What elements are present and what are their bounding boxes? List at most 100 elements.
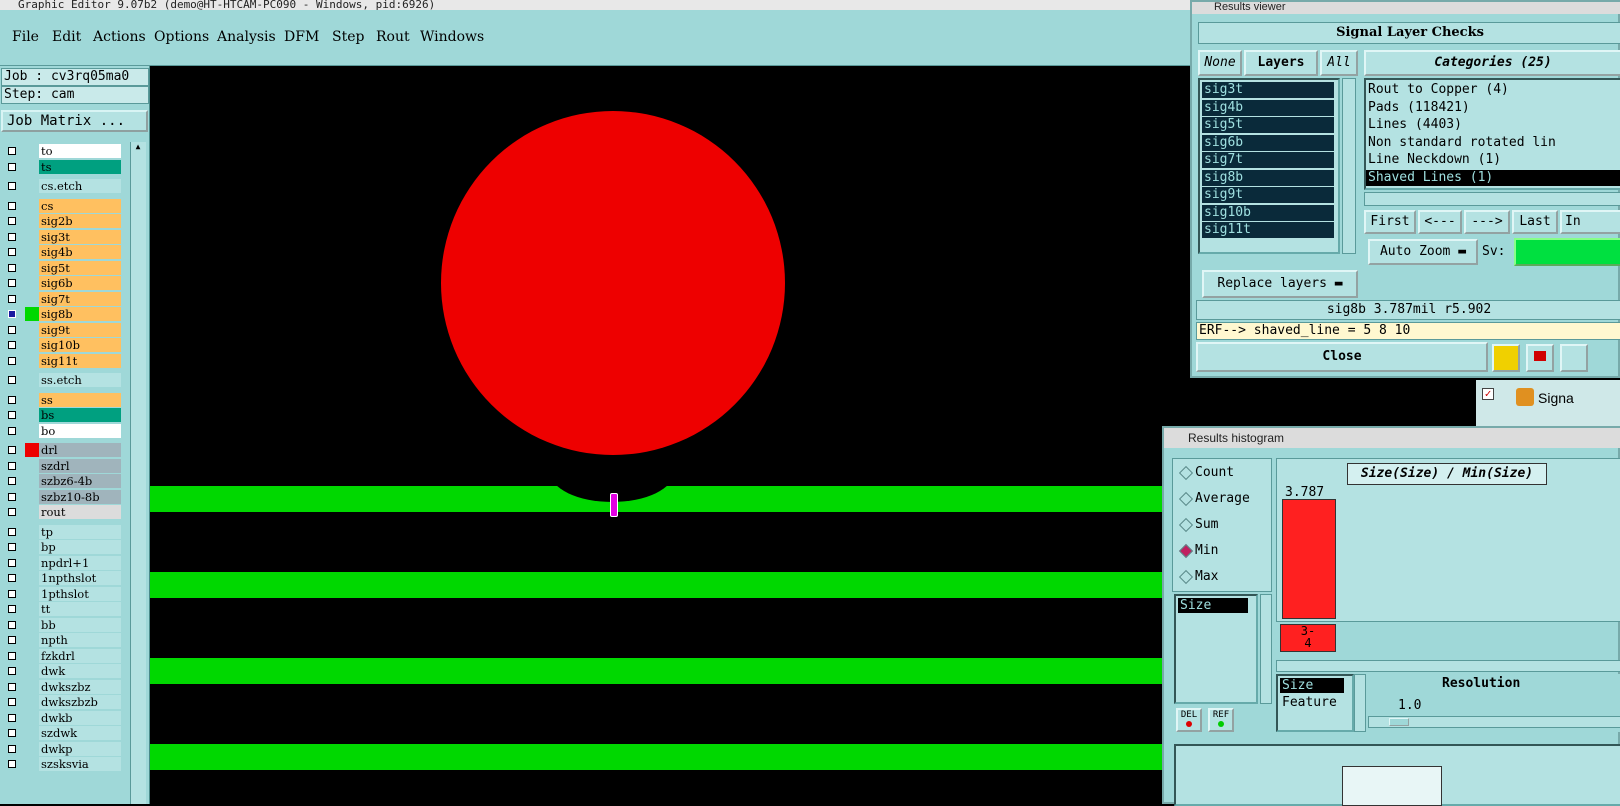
layer-name[interactable]: dwkb bbox=[39, 710, 121, 725]
layer-color-swatch[interactable] bbox=[25, 587, 39, 601]
layer-row[interactable]: rout bbox=[4, 505, 121, 520]
layer-checkbox[interactable] bbox=[8, 395, 16, 404]
layer-checkbox[interactable] bbox=[8, 325, 16, 334]
layer-color-swatch[interactable] bbox=[25, 525, 39, 539]
close-button[interactable]: Close bbox=[1196, 342, 1488, 372]
category-item[interactable]: Rout to Copper (4) bbox=[1368, 82, 1509, 98]
layer-row[interactable]: to bbox=[4, 144, 121, 159]
layer-name[interactable]: sig11t bbox=[39, 353, 121, 368]
layer-checkbox[interactable] bbox=[8, 147, 16, 155]
layer-name[interactable]: sig3t bbox=[39, 229, 121, 244]
layer-checkbox[interactable] bbox=[8, 636, 16, 644]
layer-color-swatch[interactable] bbox=[25, 680, 39, 694]
aggregate-radio-min[interactable]: Min bbox=[1178, 543, 1218, 559]
layer-checkbox[interactable] bbox=[8, 651, 16, 660]
layer-row[interactable]: drl bbox=[4, 443, 121, 458]
layer-name[interactable]: 1npthslot bbox=[39, 571, 121, 585]
category-item[interactable]: Shaved Lines (1) bbox=[1366, 169, 1620, 186]
export-icon[interactable] bbox=[1560, 344, 1588, 372]
layer-checkbox[interactable] bbox=[8, 760, 16, 768]
layer-color-swatch[interactable] bbox=[25, 408, 39, 422]
layer-name[interactable]: tt bbox=[39, 602, 121, 616]
layer-name[interactable]: dwk bbox=[39, 664, 121, 678]
layer-name[interactable]: sig5t bbox=[39, 260, 121, 275]
menu-rout[interactable]: Rout bbox=[376, 29, 410, 45]
layer-checkbox[interactable] bbox=[8, 279, 16, 287]
layer-name[interactable]: to bbox=[39, 144, 121, 158]
result-marker[interactable] bbox=[610, 493, 618, 517]
layer-row[interactable]: ss bbox=[4, 392, 121, 408]
category-item[interactable]: Lines (4403) bbox=[1368, 117, 1462, 133]
categories-hscroll[interactable] bbox=[1364, 192, 1620, 206]
layer-row[interactable]: bp bbox=[4, 540, 121, 555]
layer-row[interactable]: sig11t bbox=[4, 353, 121, 369]
layer-checkbox[interactable] bbox=[8, 263, 16, 272]
layer-name[interactable]: ss.etch bbox=[39, 373, 121, 387]
layer-name[interactable]: dwkp bbox=[39, 741, 121, 756]
layer-name[interactable]: bs bbox=[39, 408, 121, 422]
layer-row[interactable]: bb bbox=[4, 617, 121, 633]
layer-checkbox[interactable] bbox=[8, 341, 16, 349]
field-size[interactable]: Size bbox=[1280, 678, 1344, 693]
layer-row[interactable]: npth bbox=[4, 633, 121, 648]
category-item[interactable]: Pads (118421) bbox=[1368, 100, 1470, 116]
layers-button[interactable]: Layers bbox=[1244, 50, 1318, 76]
side-item-label[interactable]: Signa bbox=[1538, 390, 1574, 406]
layer-row[interactable]: cs.etch bbox=[4, 179, 121, 194]
layer-row[interactable]: szsksvia bbox=[4, 757, 121, 772]
layer-color-swatch[interactable] bbox=[25, 214, 39, 228]
layer-row[interactable]: npdrl+1 bbox=[4, 555, 121, 571]
field-list-scrollbar[interactable] bbox=[1354, 674, 1366, 732]
result-layer-item[interactable]: sig5t bbox=[1202, 117, 1334, 133]
layer-row[interactable]: sig7t bbox=[4, 291, 121, 307]
layer-color-swatch[interactable] bbox=[25, 633, 39, 647]
layer-name[interactable]: cs.etch bbox=[39, 179, 121, 193]
layer-color-swatch[interactable] bbox=[25, 711, 39, 725]
none-button[interactable]: None bbox=[1198, 50, 1242, 76]
layer-list-scrollbar[interactable]: ▲ bbox=[130, 142, 146, 804]
layer-row[interactable]: ss.etch bbox=[4, 373, 121, 388]
del-button[interactable]: DEL bbox=[1176, 708, 1202, 732]
layer-row[interactable]: tp bbox=[4, 524, 121, 540]
layer-color-swatch[interactable] bbox=[25, 664, 39, 678]
layer-row[interactable]: bs bbox=[4, 408, 121, 423]
layer-row[interactable]: dwk bbox=[4, 664, 121, 679]
layer-color-swatch[interactable] bbox=[25, 474, 39, 488]
layer-checkbox[interactable] bbox=[8, 667, 16, 675]
layer-row[interactable]: sig2b bbox=[4, 214, 121, 229]
graphic-canvas[interactable] bbox=[150, 66, 1240, 804]
layer-name[interactable]: npth bbox=[39, 633, 121, 647]
layer-row[interactable]: sig10b bbox=[4, 338, 121, 353]
layer-color-swatch[interactable] bbox=[25, 338, 39, 352]
layer-color-swatch[interactable] bbox=[25, 602, 39, 616]
layer-checkbox[interactable] bbox=[8, 294, 16, 303]
layer-row[interactable]: szbz10-8b bbox=[4, 489, 121, 505]
layer-color-swatch[interactable] bbox=[25, 757, 39, 771]
layer-checkbox[interactable] bbox=[8, 310, 16, 318]
layer-row[interactable]: sig3t bbox=[4, 229, 121, 245]
layer-row[interactable]: tt bbox=[4, 602, 121, 617]
layer-color-swatch[interactable] bbox=[25, 179, 39, 193]
layer-color-swatch[interactable] bbox=[25, 144, 39, 158]
layer-color-swatch[interactable] bbox=[25, 459, 39, 473]
layer-row[interactable]: dwkszbz bbox=[4, 679, 121, 695]
layer-color-swatch[interactable] bbox=[25, 393, 39, 407]
job-matrix-button[interactable]: Job Matrix ... bbox=[1, 110, 148, 132]
result-layer-item[interactable]: sig9t bbox=[1202, 187, 1334, 203]
layer-color-swatch[interactable] bbox=[25, 556, 39, 570]
report-icon[interactable] bbox=[1526, 344, 1554, 372]
layer-name[interactable]: dwkszbz bbox=[39, 679, 121, 694]
layer-name[interactable]: szdwk bbox=[39, 726, 121, 740]
layer-name[interactable]: bb bbox=[39, 617, 121, 632]
menu-analysis[interactable]: Analysis bbox=[217, 29, 276, 45]
layer-name[interactable]: dwkszbzb bbox=[39, 695, 121, 709]
layer-checkbox[interactable] bbox=[8, 744, 16, 753]
layer-row[interactable]: szdrl bbox=[4, 458, 121, 474]
layer-checkbox[interactable] bbox=[8, 477, 16, 485]
category-item[interactable]: Line Neckdown (1) bbox=[1368, 152, 1501, 168]
layer-checkbox[interactable] bbox=[8, 605, 16, 613]
layer-color-swatch[interactable] bbox=[25, 307, 39, 321]
layer-name[interactable]: tp bbox=[39, 524, 121, 539]
first-button[interactable]: First bbox=[1364, 210, 1416, 234]
layer-checkbox[interactable] bbox=[8, 620, 16, 629]
